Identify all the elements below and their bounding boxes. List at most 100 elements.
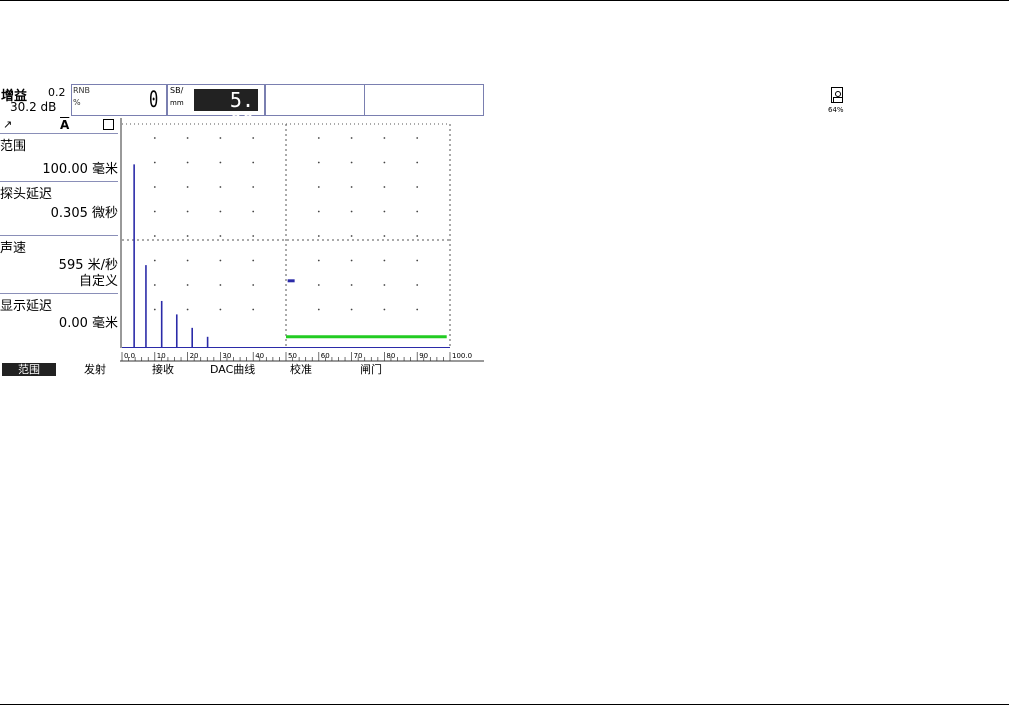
grid-dot — [153, 259, 156, 262]
gain-step: 0.2 — [48, 86, 66, 99]
grid-dot — [383, 284, 386, 286]
gain-value: 30.2 dB — [10, 100, 57, 114]
rnb-reading-box: RNB % 0 — [71, 84, 167, 116]
menu-tab-bar: 范围 发射 接收 DAC曲线 校准 闸门 — [0, 363, 484, 378]
sb-unit: mm — [170, 99, 184, 107]
display-delay-value: 0.00 毫米 — [58, 316, 118, 331]
tab-dac-curve[interactable]: DAC曲线 — [210, 363, 255, 376]
param-velocity[interactable]: 声速 595 米/秒 自定义 — [0, 236, 118, 294]
scale-label: 80 — [386, 352, 395, 360]
grid-dot — [252, 284, 255, 286]
probe-delay-value: 0.305 微秒 — [50, 206, 118, 221]
tab-receive[interactable]: 接收 — [152, 363, 174, 376]
grid-dot — [383, 308, 386, 311]
scale-label: 40 — [255, 352, 264, 360]
page-bottom-rule — [0, 704, 1009, 705]
grid-dot — [186, 161, 189, 164]
grid-dot — [186, 284, 189, 286]
grid-dot — [186, 235, 189, 237]
grid-dot — [317, 186, 320, 188]
top-status-bar: 增益 0.2 30.2 dB RNB % 0 SB/ mm 5. 00 64% — [0, 84, 844, 133]
grid-dot — [350, 284, 353, 286]
grid-dot — [350, 161, 353, 164]
grid-dot — [252, 235, 255, 237]
gain-box[interactable]: 增益 0.2 30.2 dB — [0, 84, 72, 116]
grid-dot — [219, 308, 222, 311]
scale-label: 0.0 — [124, 352, 135, 360]
grid-dot — [416, 259, 419, 262]
grid-dot — [416, 235, 419, 237]
grid-dot — [350, 186, 353, 188]
grid-dot — [186, 308, 189, 311]
grid-dot — [153, 308, 156, 311]
display-delay-label: 显示延迟 — [0, 299, 53, 314]
grid-dot — [252, 308, 255, 311]
range-value: 100.00 毫米 — [42, 162, 118, 177]
a-scan-display[interactable]: 0.0 10 20 30 40 50 60 70 80 90 100.0 — [120, 118, 484, 362]
grid-dot — [219, 284, 222, 286]
grid-dot — [350, 235, 353, 237]
sb-reading-box: SB/ mm 5. 00 — [167, 84, 265, 133]
grid-dot — [416, 137, 419, 139]
grid-dot — [219, 186, 222, 188]
a-scan-icon: A — [60, 118, 70, 132]
tab-transmit[interactable]: 发射 — [84, 363, 106, 376]
grid-dot — [219, 137, 222, 139]
grid-dot — [383, 210, 386, 213]
grid-dot — [252, 259, 255, 262]
grid-dot — [317, 137, 320, 139]
param-range[interactable]: 范围 100.00 毫米 — [0, 134, 118, 182]
grid-dot — [153, 186, 156, 188]
sb-label: SB/ — [170, 86, 184, 95]
grid-dot — [350, 137, 353, 139]
tab-calibrate[interactable]: 校准 — [290, 363, 312, 376]
grid-dot — [153, 284, 156, 286]
rnb-value: 0 — [148, 88, 158, 113]
tab-range[interactable]: 范围 — [2, 363, 56, 376]
grid-dot — [219, 259, 222, 262]
scale-label: 10 — [157, 352, 166, 360]
param-display-delay[interactable]: 显示延迟 0.00 毫米 — [0, 294, 118, 360]
grid-dot — [350, 308, 353, 311]
grid-dot — [252, 137, 255, 139]
grid-dot — [416, 308, 419, 311]
rnb-label: RNB — [73, 86, 91, 95]
flaw-detector-screen: 增益 0.2 30.2 dB RNB % 0 SB/ mm 5. 00 64% … — [0, 84, 844, 378]
grid-dot — [186, 259, 189, 262]
grid-dot — [252, 161, 255, 164]
grid-dot — [219, 161, 222, 164]
grid-dot — [416, 284, 419, 286]
scale-label: 20 — [190, 352, 199, 360]
grid-dot — [317, 308, 320, 311]
grid-dot — [317, 161, 320, 164]
parameter-panel: ↗ A 范围 100.00 毫米 探头延迟 0.305 微秒 声速 595 米/… — [0, 118, 120, 362]
grid-dot — [383, 186, 386, 188]
grid-dot — [383, 259, 386, 262]
scale-label: 60 — [321, 352, 330, 360]
grid-dot — [186, 210, 189, 213]
page-top-rule — [0, 0, 1009, 1]
range-label: 范围 — [0, 139, 27, 154]
rectified-wave-icon: ↗ — [3, 118, 13, 131]
save-disk-icon[interactable] — [103, 119, 114, 130]
scale-label: 30 — [222, 352, 231, 360]
grid-dot — [317, 210, 320, 213]
probe-delay-label: 探头延迟 — [0, 187, 53, 202]
grid-dot — [416, 186, 419, 188]
velocity-mode: 自定义 — [78, 274, 118, 289]
scale-label: 100.0 — [452, 352, 472, 360]
param-probe-delay[interactable]: 探头延迟 0.305 微秒 — [0, 182, 118, 236]
grid-dot — [219, 210, 222, 213]
grid-dot — [383, 137, 386, 139]
grid-dot — [153, 137, 156, 139]
grid-dot — [186, 186, 189, 188]
a-scan-plot: 0.0 10 20 30 40 50 60 70 80 90 100.0 — [120, 118, 484, 362]
reading-box-empty-2: 64% — [364, 84, 844, 116]
grid-dot — [383, 161, 386, 164]
rnb-unit: % — [73, 98, 81, 107]
grid-dot — [252, 210, 255, 213]
grid-dot — [416, 210, 419, 213]
grid-dot — [350, 210, 353, 213]
tab-gate[interactable]: 闸门 — [360, 363, 382, 376]
scale-label: 50 — [288, 352, 297, 360]
